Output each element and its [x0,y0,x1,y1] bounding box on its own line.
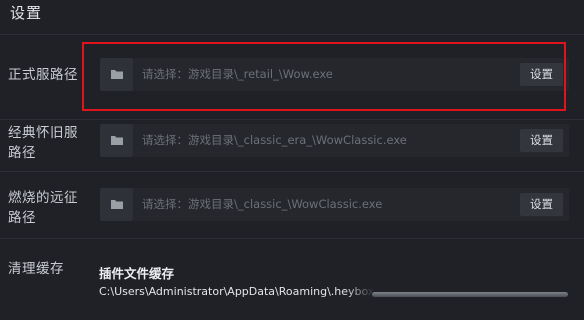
bc-path-label: 燃烧的远征路径 [8,190,78,226]
retail-set-button[interactable]: 设置 [520,63,563,86]
horizontal-scrollbar[interactable] [372,292,568,297]
bc-set-button[interactable]: 设置 [520,193,563,216]
classic-era-path-label: 经典怀旧服路径 [8,125,78,161]
retail-folder-button[interactable] [100,58,133,91]
clear-cache-label: 清理缓存 [8,261,64,277]
folder-icon [110,65,124,84]
folder-icon [110,195,124,214]
classic-era-set-button[interactable]: 设置 [520,129,563,152]
page-title: 设置 [10,4,43,22]
path-fade [345,283,375,299]
plugin-cache-title: 插件文件缓存 [99,266,175,281]
row-divider [0,171,584,172]
bc-path-placeholder: 请选择：游戏目录\_classic_\WowClassic.exe [142,197,383,211]
retail-path-field[interactable]: 请选择：游戏目录\_retail_\Wow.exe [133,58,569,91]
folder-icon [110,131,124,150]
bc-folder-button[interactable] [100,188,133,221]
classic-era-path-field[interactable]: 请选择：游戏目录\_classic_era_\WowClassic.exe [133,124,569,157]
header-divider [0,34,584,35]
retail-path-placeholder: 请选择：游戏目录\_retail_\Wow.exe [142,67,333,81]
retail-path-label: 正式服路径 [8,67,78,83]
classic-era-path-placeholder: 请选择：游戏目录\_classic_era_\WowClassic.exe [142,133,407,147]
bc-path-field[interactable]: 请选择：游戏目录\_classic_\WowClassic.exe [133,188,569,221]
row-divider [0,238,584,239]
row-divider [0,119,584,120]
classic-era-folder-button[interactable] [100,124,133,157]
